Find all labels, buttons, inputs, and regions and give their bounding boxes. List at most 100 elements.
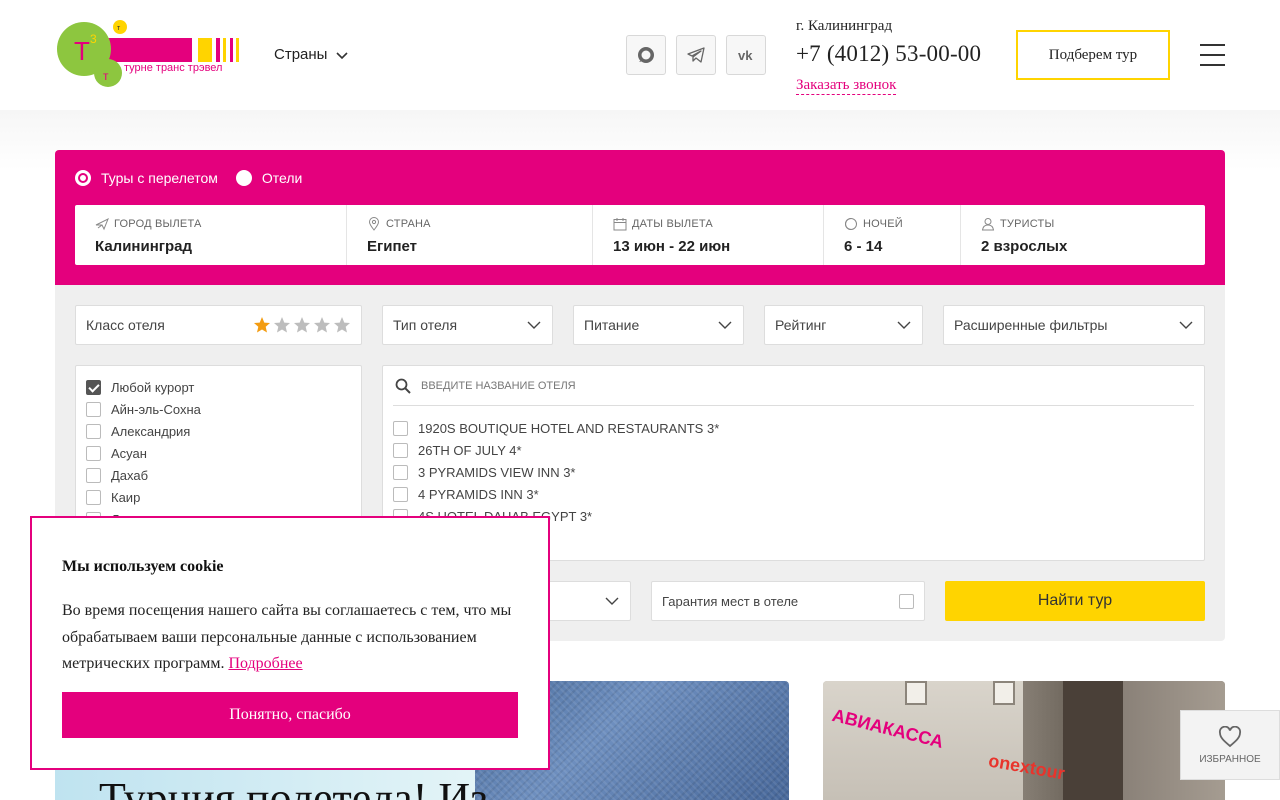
nights-label: Ночей <box>863 218 903 230</box>
cookie-consent-dialog: Мы используем cookie Во время посещения … <box>30 516 550 770</box>
checkbox[interactable] <box>86 467 101 483</box>
checkbox[interactable] <box>393 420 408 436</box>
resort-label: Любой курорт <box>111 379 195 395</box>
star-icon[interactable] <box>293 316 311 334</box>
hotel-item[interactable]: 26TH OF JULY 4* <box>393 439 1194 461</box>
dates-value: 13 июн - 22 июн <box>613 238 731 255</box>
chat-button[interactable] <box>626 35 666 75</box>
resort-item[interactable]: Асуан <box>86 442 351 464</box>
star-icon[interactable] <box>333 316 351 334</box>
radio-hotels[interactable] <box>235 170 252 186</box>
radio-tours-label: Туры с перелетом <box>101 170 218 186</box>
dates-field[interactable]: Даты вылета 13 июн - 22 июн <box>593 205 824 265</box>
checkbox[interactable] <box>393 486 408 502</box>
pick-tour-button[interactable]: Подберем тур <box>1016 30 1170 80</box>
telegram-button[interactable] <box>676 35 716 75</box>
resort-item[interactable]: Айн-эль-Сохна <box>86 398 351 420</box>
checkbox[interactable] <box>86 423 101 439</box>
tourists-label: Туристы <box>1000 218 1055 230</box>
checkbox[interactable] <box>86 401 101 417</box>
chevron-down-icon <box>1179 321 1193 329</box>
svg-text:т: т <box>103 69 109 83</box>
hotel-class-filter[interactable]: Класс отеля <box>75 305 362 345</box>
site-logo[interactable]: Т 3 т т турне транс трэвел <box>56 18 242 90</box>
nights-field[interactable]: Ночей 6 - 14 <box>824 205 961 265</box>
hotel-class-label: Класс отеля <box>86 317 165 333</box>
advanced-filters-label: Расширенные фильтры <box>954 317 1108 333</box>
window-shape <box>993 681 1015 705</box>
search-fields: Город вылета Калининград Страна Египет Д… <box>75 205 1205 265</box>
find-tour-button[interactable]: Найти тур <box>945 581 1205 621</box>
menu-burger-icon[interactable] <box>1200 44 1225 66</box>
checkbox[interactable] <box>86 445 101 461</box>
resort-item[interactable]: Любой курорт <box>86 376 351 398</box>
favorites-button[interactable]: Избранное <box>1180 710 1280 780</box>
nights-value: 6 - 14 <box>844 238 883 255</box>
cookie-more-link[interactable]: Подробнее <box>228 655 302 672</box>
calendar-icon <box>613 218 627 231</box>
checkbox[interactable] <box>86 489 101 505</box>
country-value: Египет <box>367 238 418 255</box>
promo-banner-office[interactable]: АВИАКАССА onextour <box>823 681 1225 800</box>
country-label-row: Страна <box>367 217 572 231</box>
departure-city-label-row: Город вылета <box>95 217 326 231</box>
tourists-field[interactable]: Туристы 2 взрослых <box>961 205 1205 265</box>
star-icon[interactable] <box>253 316 271 334</box>
search-icon <box>395 378 411 394</box>
plane-icon <box>95 217 109 231</box>
hotel-item[interactable]: 3 PYRAMIDS VIEW INN 3* <box>393 461 1194 483</box>
search-mode-group: Туры с перелетом Отели <box>75 170 302 186</box>
vk-button[interactable]: vk <box>726 35 766 75</box>
resort-label: Александрия <box>111 423 191 439</box>
nav-countries-dropdown[interactable]: Страны <box>274 46 349 63</box>
country-field[interactable]: Страна Египет <box>347 205 593 265</box>
radio-hotels-label: Отели <box>261 170 303 186</box>
chevron-down-icon <box>527 321 541 329</box>
hotel-label: 26TH OF JULY 4* <box>418 442 522 458</box>
search-panel: Туры с перелетом Отели Город вылета Кали… <box>55 150 1225 285</box>
user-icon <box>981 218 995 231</box>
resort-label: Каир <box>111 489 141 505</box>
hotel-type-label: Тип отеля <box>393 317 458 333</box>
phone-number[interactable]: +7 (4012) 53-00-00 <box>796 41 981 67</box>
tourists-value: 2 взрослых <box>981 238 1068 255</box>
hotel-class-stars <box>253 316 351 334</box>
site-header: Т 3 т т турне транс трэвел Страны vk г. … <box>0 0 1280 110</box>
chevron-down-icon <box>897 321 911 329</box>
checkbox[interactable] <box>393 442 408 458</box>
hotel-type-filter[interactable]: Тип отеля <box>382 305 553 345</box>
resort-label: Айн-эль-Сохна <box>111 401 201 417</box>
advanced-filters[interactable]: Расширенные фильтры <box>943 305 1205 345</box>
resort-label: Дахаб <box>111 467 149 483</box>
chat-icon <box>638 47 654 63</box>
checkbox[interactable] <box>86 379 101 395</box>
checkbox[interactable] <box>393 464 408 480</box>
hotel-guarantee-option[interactable]: Гарантия мест в отеле <box>651 581 925 621</box>
departure-city-value: Калининград <box>95 238 193 255</box>
star-icon[interactable] <box>313 316 331 334</box>
hotel-search-input[interactable]: введите название отеля <box>393 366 1194 406</box>
rating-filter[interactable]: Рейтинг <box>764 305 923 345</box>
meals-filter[interactable]: Питание <box>573 305 744 345</box>
meals-label: Питание <box>584 317 640 333</box>
dates-label-row: Даты вылета <box>613 217 803 231</box>
hotel-label: 3 PYRAMIDS VIEW INN 3* <box>418 464 576 480</box>
nights-label-row: Ночей <box>844 217 940 231</box>
departure-city-field[interactable]: Город вылета Калининград <box>75 205 347 265</box>
resort-item[interactable]: Дахаб <box>86 464 351 486</box>
callback-link[interactable]: Заказать звонок <box>796 76 897 95</box>
cookie-accept-button[interactable]: Понятно, спасибо <box>62 692 518 738</box>
city-label: г. Калининград <box>796 18 893 34</box>
radio-tours-with-flight[interactable] <box>75 170 91 186</box>
star-icon[interactable] <box>273 316 291 334</box>
hotel-label: 1920S BOUTIQUE HOTEL AND RESTAURANTS 3* <box>418 420 720 436</box>
hotel-item[interactable]: 4 PYRAMIDS INN 3* <box>393 483 1194 505</box>
rating-label: Рейтинг <box>775 317 827 333</box>
resort-item[interactable]: Александрия <box>86 420 351 442</box>
resort-item[interactable]: Каир <box>86 486 351 508</box>
hotel-search-placeholder: введите название отеля <box>421 379 576 392</box>
guarantee-checkbox[interactable] <box>899 593 914 609</box>
hotel-item[interactable]: 1920S BOUTIQUE HOTEL AND RESTAURANTS 3* <box>393 417 1194 439</box>
dates-label: Даты вылета <box>632 218 713 230</box>
guarantee-label: Гарантия мест в отеле <box>662 593 799 609</box>
